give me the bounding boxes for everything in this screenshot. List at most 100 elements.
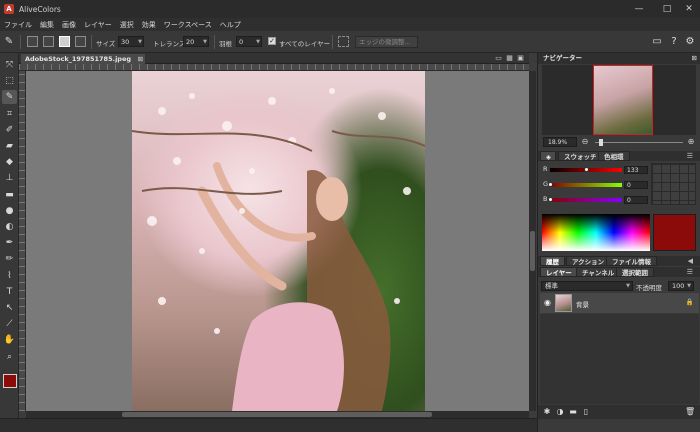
refine-edge-button[interactable]: エッジの微調整... bbox=[355, 36, 418, 48]
channel-b-handle[interactable] bbox=[548, 197, 553, 202]
close-panel-icon[interactable]: ⊠ bbox=[692, 53, 697, 64]
move-tool[interactable]: ⤧ bbox=[2, 58, 17, 72]
horizontal-scrollbar[interactable] bbox=[26, 411, 529, 418]
close-tab-icon[interactable]: ⊠ bbox=[138, 54, 143, 64]
float-window-icon[interactable]: ▣ bbox=[516, 53, 525, 63]
pen-tool[interactable]: ✒ bbox=[2, 236, 17, 250]
tab-channels[interactable]: チャンネル bbox=[576, 267, 621, 277]
tab-layers[interactable]: レイヤー bbox=[540, 267, 578, 277]
history-tabs: 履歴 アクション ファイル情報 ◀ bbox=[538, 256, 700, 266]
layers-tabs: レイヤー チャンネル 選択範囲 ☰ bbox=[538, 267, 700, 277]
tab-list-icon[interactable]: ▭ bbox=[494, 53, 503, 63]
tab-actions[interactable]: アクション bbox=[566, 256, 611, 266]
folder-icon[interactable]: ▬ bbox=[568, 407, 578, 417]
document-image[interactable] bbox=[132, 71, 425, 411]
menu-help[interactable]: ヘルプ bbox=[220, 20, 241, 30]
tab-file-info[interactable]: ファイル情報 bbox=[606, 256, 657, 266]
bucket-tool[interactable]: ◆ bbox=[2, 155, 17, 169]
mask-icon[interactable]: ◑ bbox=[555, 407, 565, 417]
lock-icon[interactable]: 🔒 bbox=[686, 298, 694, 306]
color-spectrum[interactable] bbox=[542, 214, 650, 251]
recent-swatches-grid[interactable] bbox=[651, 163, 696, 205]
zoom-input[interactable]: 18.9% bbox=[543, 137, 577, 147]
effects-icon[interactable]: ✱ bbox=[542, 407, 552, 417]
tab-selections[interactable]: 選択範囲 bbox=[616, 267, 654, 277]
settings-icon[interactable]: ⚙ bbox=[684, 36, 696, 48]
current-color-swatch[interactable] bbox=[653, 214, 696, 251]
zoom-slider-handle[interactable] bbox=[599, 139, 604, 146]
menu-file[interactable]: ファイル bbox=[4, 20, 32, 30]
tab-color-wheel[interactable]: 色相環 bbox=[598, 151, 630, 161]
foreground-color-swatch[interactable] bbox=[3, 374, 17, 388]
color-panel-tabs: ◈ スウォッチ 色相環 ☰ bbox=[538, 151, 700, 161]
channel-b-input[interactable]: 0 bbox=[624, 196, 648, 204]
document-tab[interactable]: AdobeStock_197851785.jpeg ⊠ bbox=[21, 54, 146, 64]
zoom-tool[interactable]: ⌕ bbox=[2, 350, 17, 364]
menu-workspace[interactable]: ワークスペース bbox=[164, 20, 212, 30]
path-tool[interactable]: ↖ bbox=[2, 301, 17, 315]
help-icon[interactable]: ? bbox=[668, 36, 680, 48]
tab-history[interactable]: 履歴 bbox=[540, 256, 565, 266]
channel-g-handle[interactable] bbox=[548, 182, 553, 187]
feather-input[interactable]: 0 ▼ bbox=[236, 36, 262, 47]
eyedropper-tool[interactable]: ⟋ bbox=[2, 317, 17, 331]
channel-b-slider[interactable] bbox=[550, 198, 622, 202]
opacity-input[interactable]: 100 ▼ bbox=[668, 281, 694, 291]
channel-r-input[interactable]: 133 bbox=[624, 166, 648, 174]
horizontal-scroll-thumb[interactable] bbox=[122, 412, 432, 417]
chat-icon[interactable]: ▭ bbox=[651, 36, 663, 48]
eye-icon[interactable]: ◉ bbox=[544, 298, 551, 307]
navigator-header: ナビゲーター ⊠ bbox=[538, 53, 700, 64]
zoom-out-icon[interactable]: ⊖ bbox=[580, 137, 590, 147]
selection-subtract-icon[interactable] bbox=[59, 36, 70, 47]
pencil-tool[interactable]: ✏ bbox=[2, 252, 17, 266]
gradient-tool[interactable]: ▬ bbox=[2, 188, 17, 202]
all-layers-checkbox[interactable]: ✓ bbox=[268, 37, 276, 45]
panel-menu-icon[interactable]: ☰ bbox=[687, 151, 693, 161]
type-tool[interactable]: T bbox=[2, 285, 17, 299]
tile-view-icon[interactable]: ▦ bbox=[505, 53, 514, 63]
blend-mode-select[interactable]: 標準 ▼ bbox=[541, 281, 633, 291]
new-layer-icon[interactable]: ▯ bbox=[581, 407, 591, 417]
menu-effects[interactable]: 効果 bbox=[142, 20, 156, 30]
selection-preview-icon[interactable] bbox=[338, 36, 349, 47]
selection-intersect-icon[interactable] bbox=[75, 36, 86, 47]
marquee-tool[interactable]: ⬚ bbox=[2, 74, 17, 88]
selection-add-icon[interactable] bbox=[43, 36, 54, 47]
panel-menu-icon[interactable]: ☰ bbox=[687, 267, 693, 277]
channel-g-slider[interactable] bbox=[550, 183, 622, 187]
menu-select[interactable]: 選択 bbox=[120, 20, 134, 30]
channel-g-input[interactable]: 0 bbox=[624, 181, 648, 189]
eraser-tool[interactable]: ▰ bbox=[2, 139, 17, 153]
menu-edit[interactable]: 編集 bbox=[40, 20, 54, 30]
tab-color[interactable]: ◈ bbox=[540, 151, 556, 161]
maximize-button[interactable]: □ bbox=[656, 0, 678, 18]
zoom-slider[interactable] bbox=[595, 142, 683, 143]
stamp-tool[interactable]: ⊥ bbox=[2, 171, 17, 185]
collapse-arrow-icon[interactable]: ◀ bbox=[688, 256, 693, 266]
blur-tool[interactable]: ● bbox=[2, 204, 17, 218]
size-input[interactable]: 30 ▼ bbox=[118, 36, 144, 47]
menu-layer[interactable]: レイヤー bbox=[84, 20, 112, 30]
zoom-in-icon[interactable]: ⊕ bbox=[686, 137, 696, 147]
smudge-tool[interactable]: ⌇ bbox=[2, 269, 17, 283]
menu-image[interactable]: 画像 bbox=[62, 20, 76, 30]
minimize-button[interactable]: — bbox=[628, 0, 650, 18]
magic-wand-tool[interactable]: ✎ bbox=[2, 90, 17, 105]
brush-tool[interactable]: ✐ bbox=[2, 123, 17, 137]
selection-new-icon[interactable] bbox=[27, 36, 38, 47]
delete-layer-icon[interactable]: 🗑 bbox=[685, 407, 695, 417]
hand-tool[interactable]: ✋ bbox=[2, 333, 17, 347]
sponge-tool[interactable]: ◐ bbox=[2, 220, 17, 234]
toolbox: ⤧ ⬚ ✎ ⌗ ✐ ▰ ◆ ⊥ ▬ ● ◐ ✒ ✏ ⌇ T ↖ ⟋ ✋ ⌕ bbox=[0, 53, 19, 418]
crop-tool[interactable]: ⌗ bbox=[2, 107, 17, 121]
tolerance-input[interactable]: 20 ▼ bbox=[183, 36, 209, 47]
close-button[interactable]: ✕ bbox=[678, 0, 700, 18]
navigator-view[interactable] bbox=[542, 65, 696, 135]
navigator-thumbnail[interactable] bbox=[593, 65, 653, 135]
tab-swatches[interactable]: スウォッチ bbox=[558, 151, 603, 161]
vertical-scroll-thumb[interactable] bbox=[530, 231, 535, 271]
vertical-scrollbar[interactable] bbox=[529, 71, 536, 411]
layer-row[interactable]: ◉ 背景 🔒 bbox=[540, 293, 699, 313]
layers-footer: ✱ ◑ ▬ ▯ 🗑 bbox=[538, 405, 700, 419]
